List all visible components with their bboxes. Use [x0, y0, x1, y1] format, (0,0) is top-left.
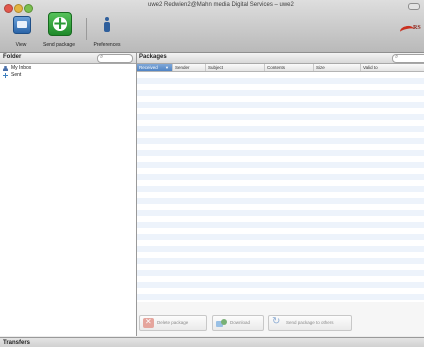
packages-list[interactable]	[137, 72, 424, 302]
view-icon	[13, 16, 31, 34]
plus-icon	[3, 73, 8, 78]
close-window-button[interactable]	[4, 4, 13, 13]
search-icon: ⌕	[395, 54, 399, 60]
brand-logo: RS	[398, 22, 424, 37]
app-window: uwe2 Redwien2@Mahn media Digital Service…	[0, 0, 424, 347]
download-button[interactable]: Download	[212, 315, 264, 331]
column-received[interactable]: Received ▼	[137, 64, 173, 71]
column-contents[interactable]: Contents	[265, 64, 314, 71]
column-label: Contents	[267, 65, 286, 70]
package-action-bar: Delete package Download Send package to …	[137, 302, 424, 336]
brand-mark: RS	[413, 25, 421, 31]
toolbar-divider	[86, 18, 87, 40]
folder-header: Folder ⌕	[0, 53, 136, 64]
packages-search-input[interactable]: ⌕	[392, 54, 424, 63]
column-size[interactable]: Size	[314, 64, 361, 71]
delete-package-button[interactable]: Delete package	[139, 315, 207, 331]
column-label: Valid to	[363, 65, 378, 70]
send-package-button[interactable]: Send package	[37, 12, 81, 48]
person-icon	[3, 66, 8, 71]
transfers-title: Transfers	[3, 340, 31, 346]
search-icon: ⌕	[100, 54, 104, 60]
column-label: Size	[316, 65, 325, 70]
add-package-icon	[48, 12, 72, 36]
download-icon	[216, 318, 227, 328]
folder-header-title: Folder	[3, 54, 22, 60]
transfers-bar[interactable]: Transfers	[0, 337, 424, 347]
zoom-window-button[interactable]	[24, 4, 33, 13]
toolbar: uwe2 Redwien2@Mahn media Digital Service…	[0, 0, 424, 53]
delete-package-label: Delete package	[157, 320, 189, 325]
delete-icon	[143, 317, 154, 328]
column-label: Received	[139, 65, 158, 70]
folder-item-inbox[interactable]: My Inbox	[0, 65, 136, 72]
view-button[interactable]: View	[10, 14, 32, 48]
sort-arrow-icon: ▼	[165, 65, 169, 70]
forward-package-button[interactable]: Send package to others	[268, 315, 352, 331]
folder-search-input[interactable]: ⌕	[97, 54, 133, 63]
folder-list: My Inbox Sent	[0, 65, 136, 79]
forward-icon	[272, 316, 283, 328]
preferences-button[interactable]: Preferences	[92, 14, 122, 48]
folder-item-label: My Inbox	[11, 65, 32, 71]
toolbar-toggle-button[interactable]	[408, 3, 420, 10]
window-title: uwe2 Redwien2@Mahn media Digital Service…	[148, 2, 294, 8]
minimize-window-button[interactable]	[14, 4, 23, 13]
column-header-row: Received ▼ Sender Subject Contents Size …	[137, 64, 424, 72]
download-label: Download	[230, 320, 251, 325]
column-sender[interactable]: Sender	[173, 64, 206, 71]
packages-header-title: Packages	[139, 54, 167, 60]
view-button-label: View	[15, 42, 27, 48]
folder-item-sent[interactable]: Sent	[0, 72, 136, 79]
column-label: Subject	[208, 65, 224, 70]
forward-package-label: Send package to others	[286, 320, 334, 325]
column-label: Sender	[175, 65, 190, 70]
folder-pane: Folder ⌕ My Inbox Sent	[0, 53, 137, 336]
preferences-label: Preferences	[93, 42, 121, 48]
packages-header: Packages ⌕	[137, 53, 424, 64]
column-valid-to[interactable]: Valid to	[361, 64, 424, 71]
packages-pane: Packages ⌕ Received ▼ Sender Subject Con…	[137, 53, 424, 336]
column-subject[interactable]: Subject	[206, 64, 265, 71]
info-icon	[103, 17, 111, 32]
send-package-label: Send package	[43, 42, 75, 48]
folder-item-label: Sent	[11, 72, 22, 78]
